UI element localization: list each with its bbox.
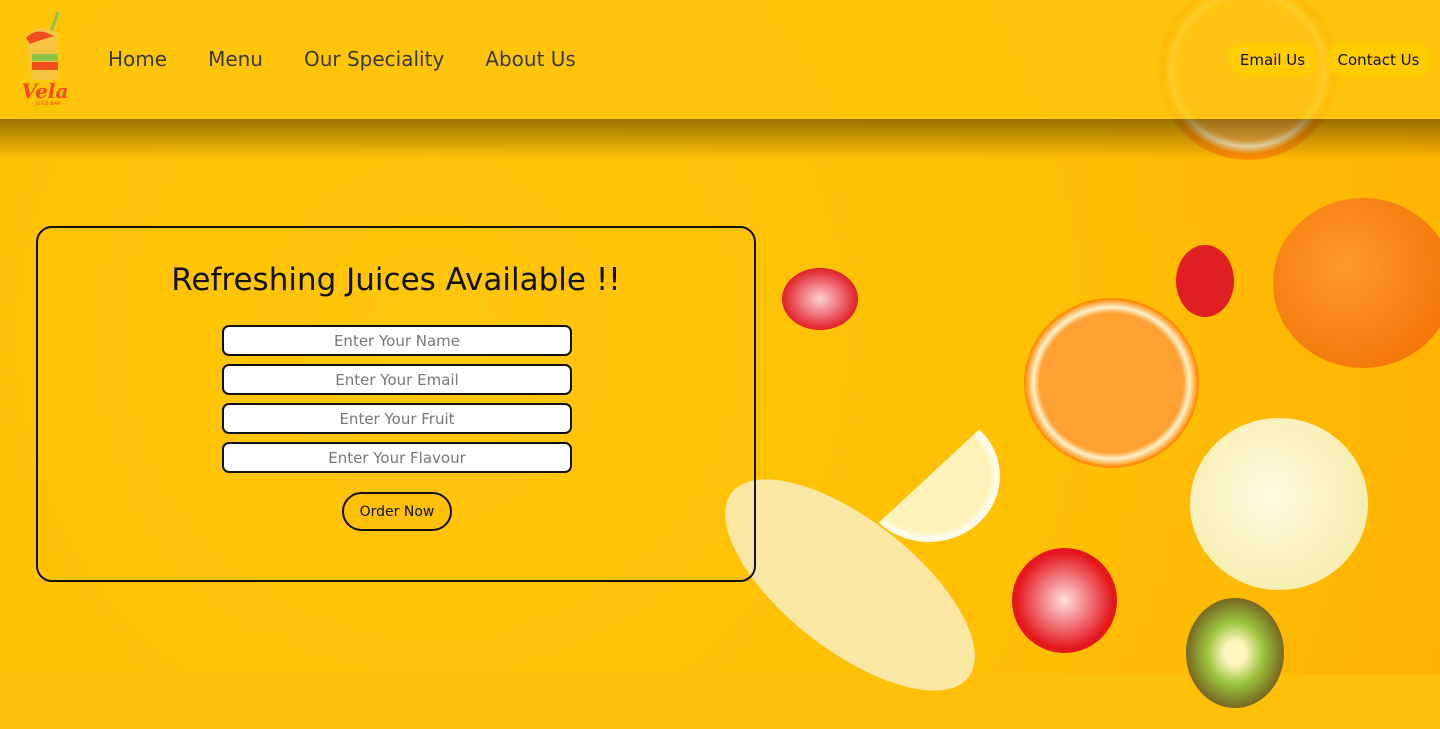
svg-text:JUICE BAR: JUICE BAR bbox=[34, 101, 61, 106]
brand-logo[interactable]: Vela JUICE BAR bbox=[18, 10, 72, 107]
nav-home[interactable]: Home bbox=[108, 47, 167, 71]
email-us-button[interactable]: Email Us bbox=[1228, 43, 1317, 76]
apple-image bbox=[1190, 418, 1368, 590]
name-input[interactable] bbox=[222, 325, 572, 356]
header-shadow bbox=[0, 119, 1440, 159]
orange-image bbox=[1273, 198, 1440, 368]
main-nav: Home Menu Our Speciality About Us bbox=[108, 47, 576, 71]
form-title: Refreshing Juices Available !! bbox=[171, 262, 621, 298]
strawberry-image bbox=[782, 268, 858, 330]
strawberry-image bbox=[1176, 245, 1234, 317]
nav-about-us[interactable]: About Us bbox=[485, 47, 576, 71]
order-now-button[interactable]: Order Now bbox=[342, 492, 452, 531]
site-header: Vela JUICE BAR Home Menu Our Speciality … bbox=[0, 0, 1440, 119]
flavour-input[interactable] bbox=[222, 442, 572, 473]
nav-our-speciality[interactable]: Our Speciality bbox=[304, 47, 444, 71]
email-input[interactable] bbox=[222, 364, 572, 395]
nav-menu[interactable]: Menu bbox=[208, 47, 263, 71]
orange-slice-image bbox=[1024, 298, 1199, 468]
contact-us-button[interactable]: Contact Us bbox=[1326, 43, 1431, 76]
fruit-input[interactable] bbox=[222, 403, 572, 434]
lemon-slice-image bbox=[858, 410, 1000, 542]
kiwi-image bbox=[1186, 598, 1284, 708]
svg-text:Vela: Vela bbox=[22, 79, 69, 103]
strawberry-image bbox=[1012, 548, 1117, 653]
order-form: Refreshing Juices Available !! Order Now bbox=[36, 226, 756, 582]
